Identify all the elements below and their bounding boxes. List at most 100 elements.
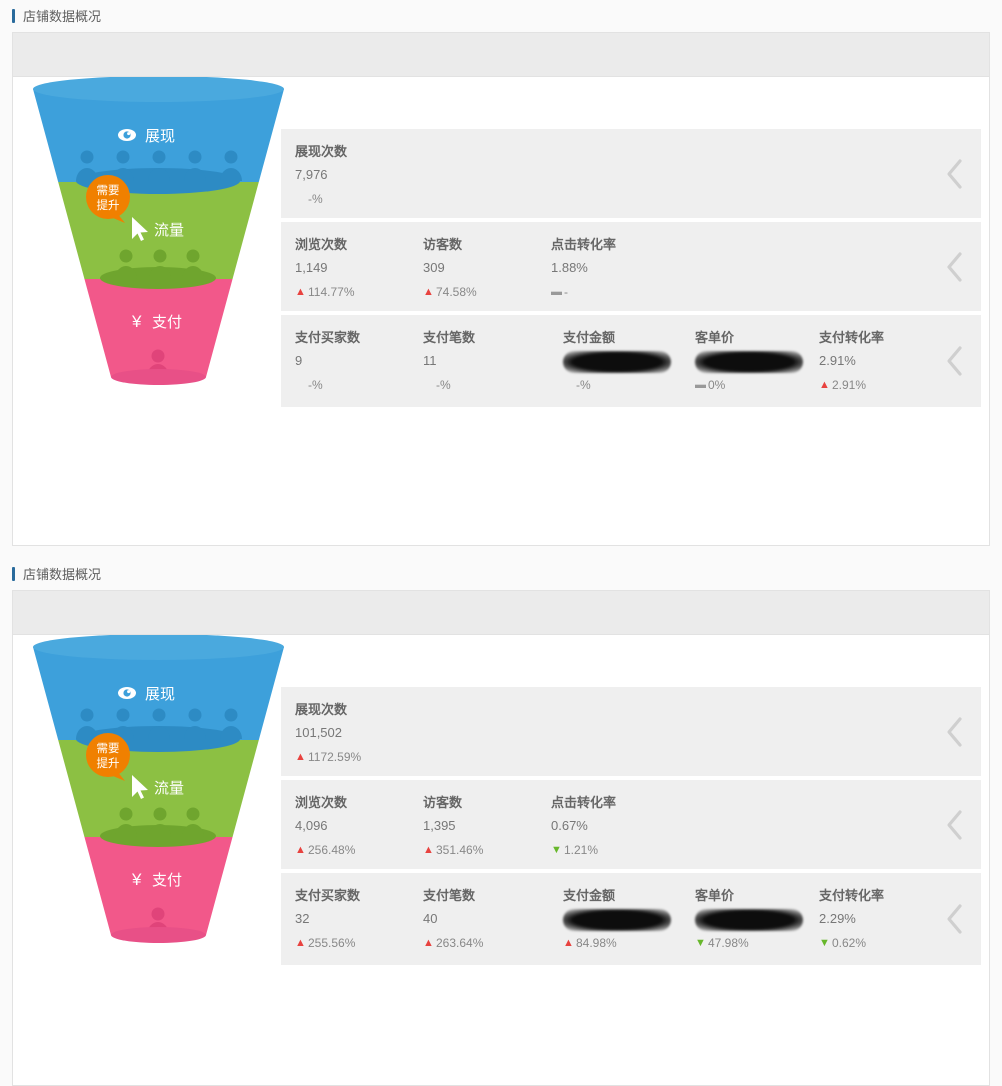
chevron-left-icon[interactable] xyxy=(945,344,965,378)
metric-value: 32 xyxy=(295,907,309,931)
funnel-surface-green xyxy=(100,267,216,289)
metric-delta-text: -% xyxy=(308,375,323,395)
metric-delta-text: 255.56% xyxy=(308,933,355,953)
conversion-funnel-graphic-2: 展现 流量 ¥ 支付 需要 xyxy=(21,635,296,975)
chevron-left-icon[interactable] xyxy=(945,157,965,191)
page-root: 店铺数据概况 xyxy=(0,0,1002,1086)
card-header-1 xyxy=(13,33,989,77)
needs-improvement-badge-1[interactable]: 需要 提升 xyxy=(86,175,130,223)
metric-label: 访客数 xyxy=(423,236,537,254)
metric-visitors: 访客数 309 ▲ 74.58% xyxy=(409,236,537,302)
badge-line-1: 需要 xyxy=(97,184,120,197)
redaction-smudge xyxy=(563,351,671,373)
metric-delta: ▲ 256.48% xyxy=(295,840,409,860)
metric-value: 4,096 xyxy=(295,814,328,838)
arrow-up-icon: ▲ xyxy=(295,287,304,298)
funnel-rim xyxy=(33,635,284,660)
metric-label: 支付金额 xyxy=(563,887,665,905)
metric-value: 7,976 xyxy=(295,163,328,187)
metric-value-redacted xyxy=(695,907,803,931)
arrow-flat-icon: ▬ xyxy=(695,380,704,391)
metric-label: 客单价 xyxy=(695,887,793,905)
metric-delta: -% xyxy=(423,375,537,395)
metric-pay-conversion: 支付转化率 2.91% ▲ 2.91% xyxy=(793,329,921,395)
metric-delta: ▲ 351.46% xyxy=(423,840,537,860)
metric-delta: ▼ 47.98% xyxy=(695,933,793,953)
funnel-rim xyxy=(33,77,284,102)
metric-delta: ▲ 74.58% xyxy=(423,282,537,302)
metric-pageviews: 浏览次数 4,096 ▲ 256.48% xyxy=(281,794,409,860)
metric-label: 点击转化率 xyxy=(551,794,665,812)
metric-row-impression-2: 展现次数 101,502 ▲ 1172.59% xyxy=(281,687,981,776)
metric-delta-text: 74.58% xyxy=(436,282,477,302)
redaction-smudge xyxy=(695,351,803,373)
card-header-2 xyxy=(13,591,989,635)
funnel-label-payment: ¥ 支付 xyxy=(131,870,182,889)
funnel-label-traffic: 流量 xyxy=(132,217,184,241)
svg-text:流量: 流量 xyxy=(154,222,184,239)
metric-value-redacted xyxy=(563,907,671,931)
metric-value: 1,149 xyxy=(295,256,328,280)
metric-delta-text: 351.46% xyxy=(436,840,483,860)
metric-value: 0.67% xyxy=(551,814,588,838)
badge-line-2: 提升 xyxy=(97,756,120,770)
funnel-label-traffic: 流量 xyxy=(132,775,184,799)
store-overview-card-2: 展现 流量 ¥ 支付 需要 xyxy=(12,590,990,1086)
metric-delta: ▼ 0.62% xyxy=(819,933,921,953)
metric-delta-text: 0% xyxy=(708,375,725,395)
metric-impressions: 展现次数 7,976 -% xyxy=(281,143,409,209)
badge-line-2: 提升 xyxy=(97,198,120,212)
metric-pay-conversion: 支付转化率 2.29% ▼ 0.62% xyxy=(793,887,921,953)
chevron-left-icon[interactable] xyxy=(945,715,965,749)
metric-pageviews: 浏览次数 1,149 ▲ 114.77% xyxy=(281,236,409,302)
arrow-up-icon: ▲ xyxy=(423,845,432,856)
metric-row-payment-2: 支付买家数 32 ▲ 255.56% 支付笔数 40 ▲ xyxy=(281,873,981,965)
metric-delta-text: -% xyxy=(436,375,451,395)
cursor-icon xyxy=(132,775,148,799)
metric-value: 309 xyxy=(423,256,445,280)
chevron-left-icon[interactable] xyxy=(945,250,965,284)
metric-label: 支付笔数 xyxy=(423,329,537,347)
arrow-up-icon: ▲ xyxy=(295,938,304,949)
metric-row-traffic-2: 浏览次数 4,096 ▲ 256.48% 访客数 1,395 ▲ xyxy=(281,780,981,869)
metric-paying-buyers: 支付买家数 9 -% xyxy=(281,329,409,395)
page-title: 店铺数据概况 xyxy=(23,10,101,23)
metric-paid-amount: 支付金额 ▲ 84.98% xyxy=(537,887,665,953)
page-title: 店铺数据概况 xyxy=(23,568,101,581)
arrow-up-icon: ▲ xyxy=(295,752,304,763)
metric-delta: ▲ 114.77% xyxy=(295,282,409,302)
metric-paying-buyers: 支付买家数 32 ▲ 255.56% xyxy=(281,887,409,953)
funnel-stage-impression xyxy=(21,77,296,182)
metric-visitors: 访客数 1,395 ▲ 351.46% xyxy=(409,794,537,860)
metric-value: 1,395 xyxy=(423,814,456,838)
people-icons-traffic xyxy=(115,250,204,280)
funnel-surface-blue xyxy=(76,168,240,194)
metric-delta: ▲ 84.98% xyxy=(563,933,665,953)
metric-click-conversion: 点击转化率 1.88% ▬ - xyxy=(537,236,665,302)
metric-delta-text: 256.48% xyxy=(308,840,355,860)
metric-label: 展现次数 xyxy=(295,143,409,161)
metric-paid-amount: 支付金额 -% xyxy=(537,329,665,395)
metric-delta-text: 0.62% xyxy=(832,933,866,953)
needs-improvement-badge-2[interactable]: 需要 提升 xyxy=(86,733,130,781)
arrow-up-icon: ▲ xyxy=(423,938,432,949)
metric-value: 2.29% xyxy=(819,907,856,931)
metric-delta-text: -% xyxy=(308,189,323,209)
metric-label: 点击转化率 xyxy=(551,236,665,254)
store-overview-card-1: 展现 流量 ¥ 支付 xyxy=(12,32,990,546)
section-title-1: 店铺数据概况 xyxy=(0,0,1002,32)
metric-label: 支付金额 xyxy=(563,329,665,347)
cursor-icon xyxy=(132,217,148,241)
metric-delta: ▬ - xyxy=(551,282,665,302)
people-icons-traffic xyxy=(115,808,204,838)
metric-value: 40 xyxy=(423,907,437,931)
metric-label: 客单价 xyxy=(695,329,793,347)
funnel-stage-traffic xyxy=(21,740,296,837)
metric-delta-text: 1.21% xyxy=(564,840,598,860)
metric-value: 1.88% xyxy=(551,256,588,280)
metric-label: 支付笔数 xyxy=(423,887,537,905)
metric-delta-text: - xyxy=(564,282,568,302)
funnel-label-impression: 展现 xyxy=(118,686,175,703)
chevron-left-icon[interactable] xyxy=(945,902,965,936)
chevron-left-icon[interactable] xyxy=(945,808,965,842)
